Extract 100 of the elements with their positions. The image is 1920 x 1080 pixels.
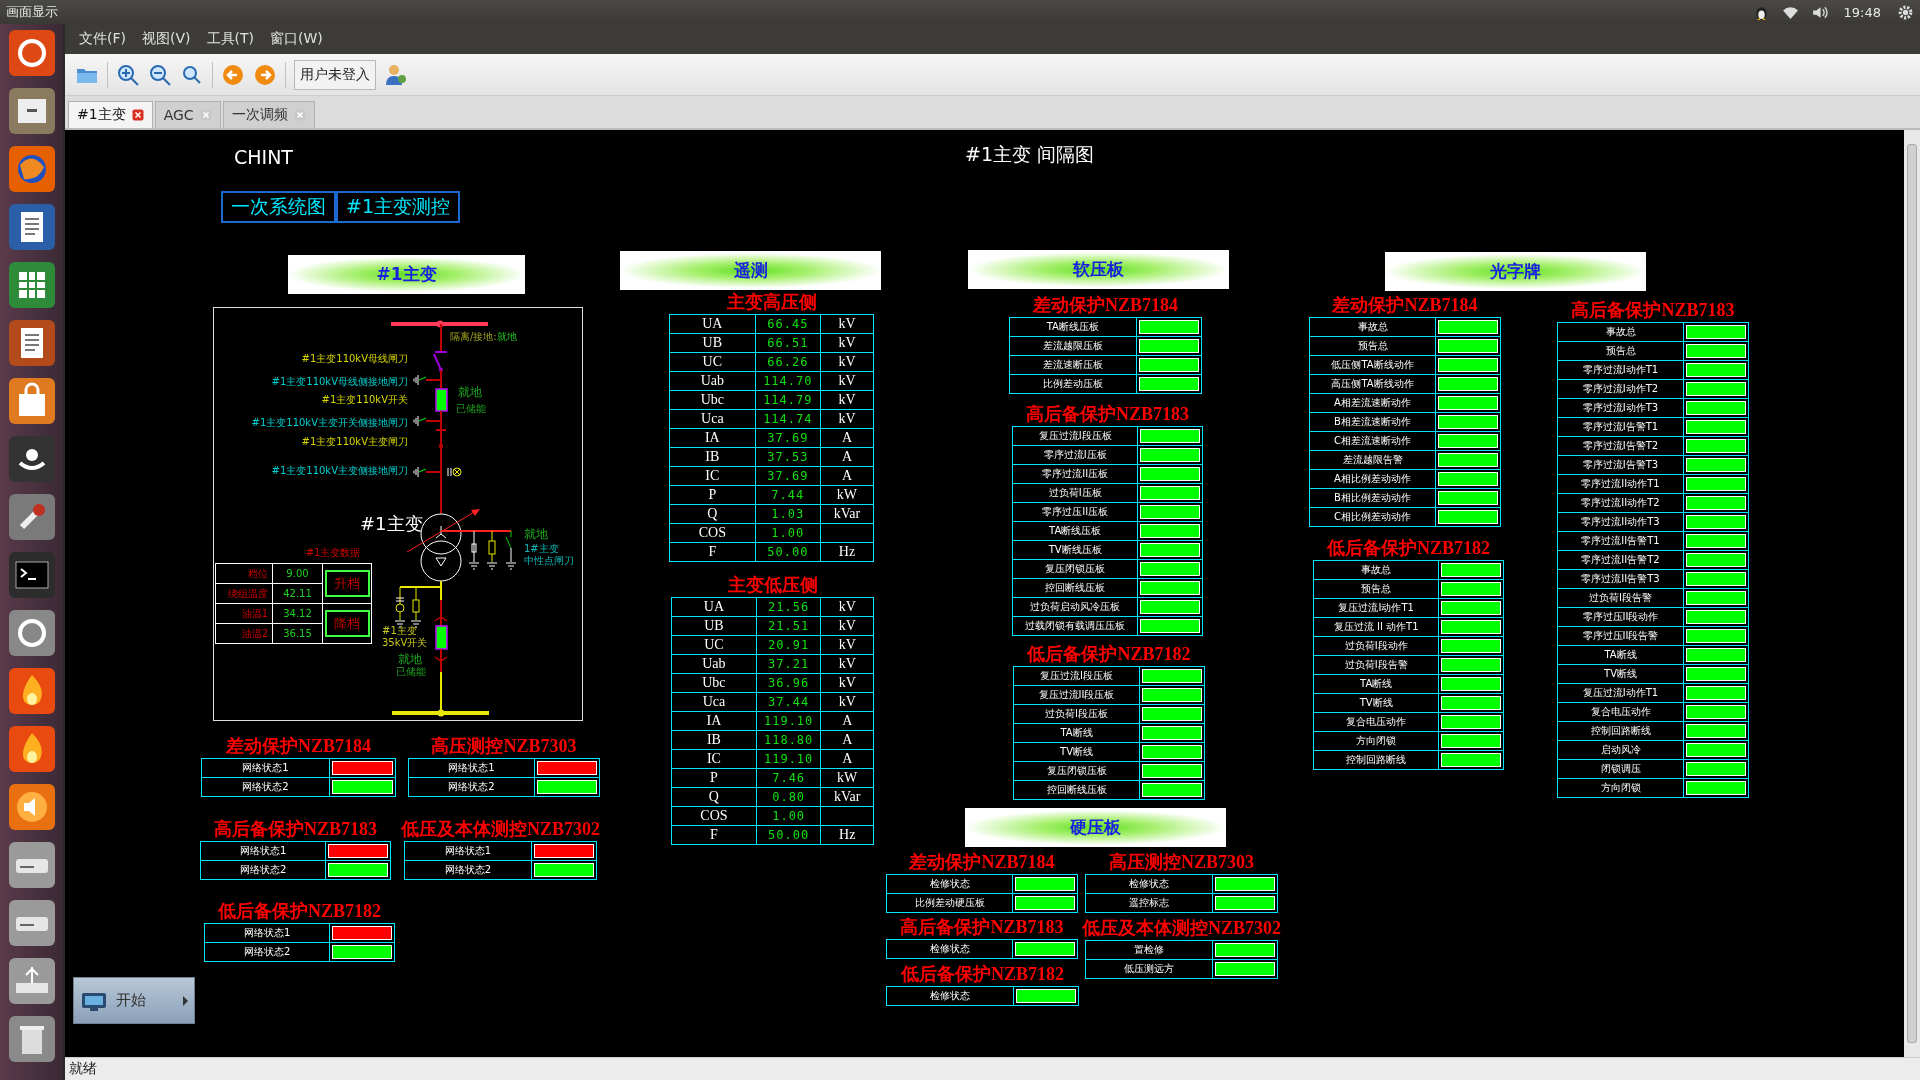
drive-icon[interactable] <box>7 841 56 889</box>
signal-name: 网络状态2 <box>204 942 330 962</box>
tab[interactable]: AGC <box>154 101 221 128</box>
signal-name: 过负荷启动风冷压板 <box>1012 597 1138 617</box>
terminal-icon[interactable] <box>7 551 56 599</box>
measurement-value: 36.96 <box>756 673 821 693</box>
measurement-value: 1.03 <box>755 504 821 524</box>
presentation-icon[interactable] <box>7 319 56 367</box>
spreadsheet-icon[interactable] <box>7 261 56 309</box>
user-icon[interactable] <box>384 62 408 87</box>
device-label: #1主变110kV开关 <box>321 394 408 405</box>
measurement-unit: A <box>820 466 874 486</box>
signal-name: 检修状态 <box>1085 874 1213 894</box>
signal-name: 比例差动硬压板 <box>886 893 1013 913</box>
device-label: #1主变110kV主变侧接地闸刀 <box>271 465 408 476</box>
signal-name: 差流速断压板 <box>1009 355 1137 375</box>
scrollbar[interactable] <box>1904 130 1920 1057</box>
section-header: 软压板 <box>968 250 1229 289</box>
file-cabinet-icon[interactable] <box>7 87 56 135</box>
measurement-name: COS <box>669 523 756 543</box>
signal-name: 零序过流I告警T2 <box>1557 436 1684 456</box>
signal-name: 预告总 <box>1309 336 1436 356</box>
flame-icon[interactable] <box>7 725 56 773</box>
speaker-icon[interactable] <box>7 783 56 831</box>
group-title: 高后备保护NZB7183 <box>900 916 1064 937</box>
signal-name: 零序过压II压板 <box>1012 502 1138 522</box>
menu-item[interactable]: 视图(V) <box>136 28 197 50</box>
signal-name: 复压闭锁压板 <box>1012 559 1138 579</box>
signal-name: 网络状态2 <box>404 860 532 880</box>
measurement-value: 66.51 <box>755 333 821 353</box>
measurement-value: 21.56 <box>756 597 821 617</box>
measurement-value: 50.00 <box>755 542 821 562</box>
status-text: 就绪 <box>69 1060 97 1078</box>
measurement-name: Ubc <box>671 673 757 693</box>
signal-name: 网络状态2 <box>408 777 535 797</box>
measurement-unit: kV <box>820 352 874 372</box>
shop-icon[interactable] <box>7 435 56 483</box>
measurement-name: UB <box>669 333 756 353</box>
signal-name: 控制回路断线 <box>1313 750 1439 770</box>
measurement-unit: kV <box>820 616 874 636</box>
settings-icon[interactable] <box>1897 3 1914 21</box>
group-title: 低后备保护NZB7182 <box>1027 643 1191 664</box>
measurement-value: 119.10 <box>756 749 821 769</box>
menu-item[interactable]: 工具(T) <box>200 28 260 50</box>
device-label: #1主变110kV主变闸刀 <box>301 436 408 447</box>
measurement-name: IC <box>669 466 756 486</box>
close-icon[interactable] <box>131 109 144 121</box>
signal-name: 零序过流II告警T1 <box>1557 531 1684 551</box>
signal-name: 方向闭锁 <box>1557 778 1684 798</box>
section-header: #1主变 <box>288 255 525 294</box>
zoom-in-icon[interactable] <box>116 62 140 87</box>
device-label: #1主变110kV母线侧接地闸刀 <box>271 376 408 387</box>
measurement-unit: kVar <box>820 787 874 807</box>
signal-name: A相差流速断动作 <box>1309 393 1436 413</box>
tab[interactable]: 一次调频 <box>222 101 315 128</box>
clock-time[interactable]: 19:48 <box>1843 4 1881 20</box>
zoom-out-icon[interactable] <box>148 62 172 87</box>
measurement-value: 7.44 <box>755 485 821 505</box>
group-title: 差动保护NZB7184 <box>1332 294 1478 315</box>
signal-name: 零序过流II告警T2 <box>1557 550 1684 570</box>
signal-name: 复合电压动作 <box>1557 702 1684 722</box>
signal-name: 网络状态2 <box>201 777 330 797</box>
flame-icon[interactable] <box>7 667 56 715</box>
signal-name: 零序过流II动作T3 <box>1557 512 1684 532</box>
signal-name: 过负荷I段告警 <box>1313 655 1439 675</box>
signal-name: 零序过流II动作T1 <box>1557 474 1684 494</box>
usb-drive-icon[interactable] <box>7 957 56 1005</box>
group-title: 低后备保护NZB7182 <box>901 963 1064 984</box>
signal-name: 零序过流I告警T3 <box>1557 455 1684 475</box>
measurement-unit: kW <box>820 768 874 788</box>
tools-icon[interactable] <box>7 493 56 541</box>
login-button[interactable]: 用户未登入 <box>294 59 376 90</box>
device-label: 35kV开关 <box>382 637 428 648</box>
tab[interactable]: #1主变 <box>68 101 153 128</box>
signal-name: 复压过流I段压板 <box>1012 426 1138 446</box>
signal-name: TV断线压板 <box>1012 540 1138 560</box>
signal-name: 网络状态1 <box>201 758 330 778</box>
measurement-value: 114.74 <box>755 409 821 429</box>
browser-icon[interactable] <box>7 145 56 193</box>
document-icon[interactable] <box>7 203 56 251</box>
signal-name: TA断线 <box>1557 645 1684 665</box>
control-mode: 就地 <box>398 652 422 666</box>
measurement-name: IB <box>671 730 757 750</box>
measurement-unit: Hz <box>820 825 874 845</box>
start-button[interactable]: 开始 <box>73 977 195 1024</box>
nav-button[interactable]: #1主变测控 <box>336 191 460 223</box>
shopping-bag-icon[interactable] <box>7 377 56 425</box>
signal-name: 比例差动压板 <box>1009 374 1137 394</box>
page-title: #1主变 间隔图 <box>965 142 1095 167</box>
measurement-name: Ubc <box>669 390 756 410</box>
signal-name: 复压闭锁压板 <box>1013 761 1140 781</box>
menu-item[interactable]: 文件(F) <box>73 28 132 50</box>
measurement-value: 66.45 <box>755 314 821 334</box>
nav-button[interactable]: 一次系统图 <box>221 191 336 223</box>
measurement-name: IA <box>671 711 757 731</box>
drive-icon[interactable] <box>7 899 56 947</box>
measurement-value: 37.53 <box>755 447 821 467</box>
menu-item[interactable]: 窗口(W) <box>264 28 329 50</box>
signal-name: 检修状态 <box>886 939 1013 959</box>
trash-icon[interactable] <box>7 1015 56 1063</box>
